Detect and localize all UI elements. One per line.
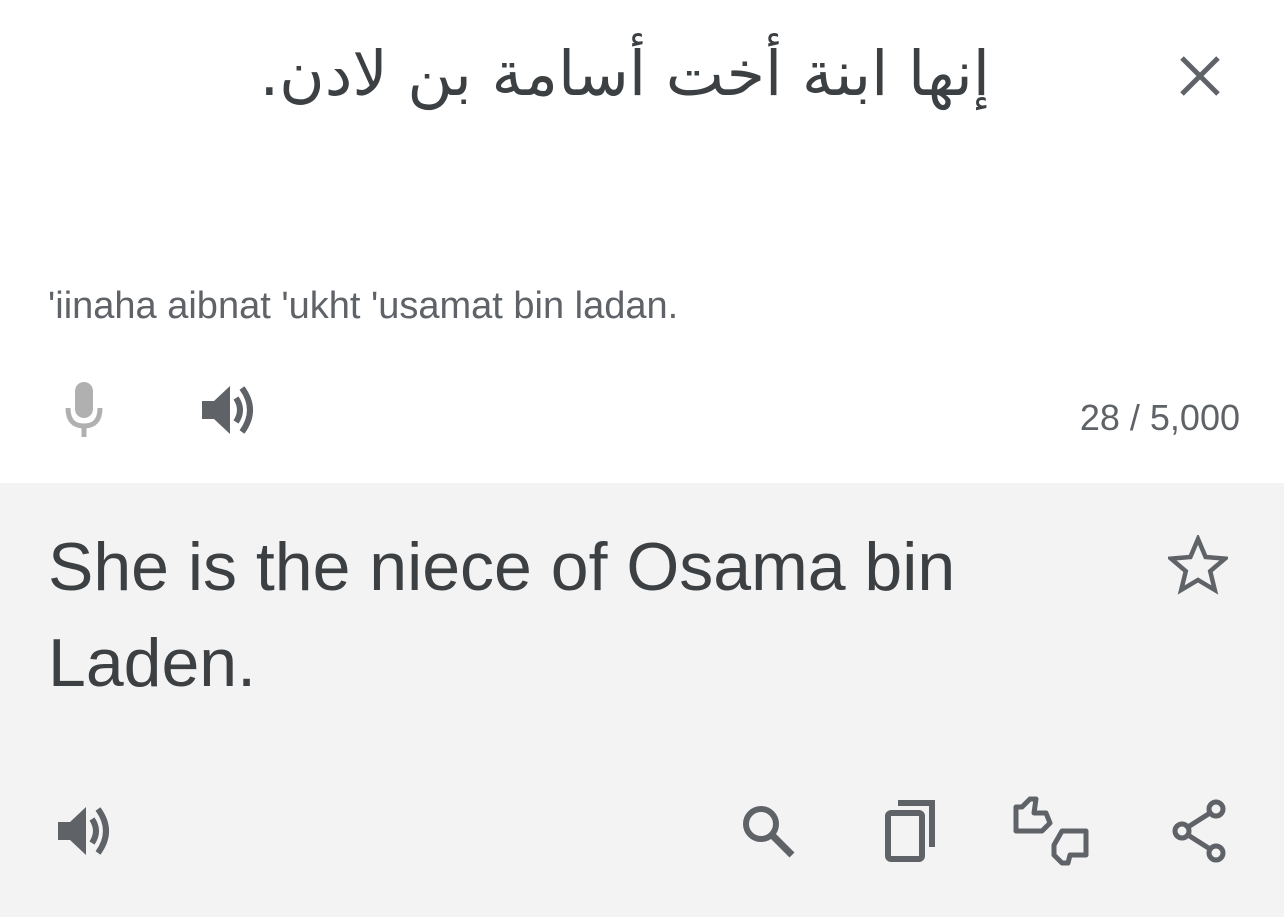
translation-pane: She is the niece of Osama bin Laden. [0, 483, 1284, 917]
clear-source-button[interactable] [1170, 46, 1230, 106]
translate-screen: إنها ابنة أخت أسامة بن لادن. 'iinaha aib… [0, 0, 1284, 917]
copy-icon [880, 799, 940, 863]
speaker-icon [198, 380, 258, 440]
source-pane: إنها ابنة أخت أسامة بن لادن. 'iinaha aib… [0, 0, 1284, 483]
search-icon [738, 801, 798, 861]
feedback-button[interactable] [1013, 796, 1089, 866]
source-text[interactable]: إنها ابنة أخت أسامة بن لادن. [200, 34, 990, 114]
translation-text[interactable]: She is the niece of Osama bin Laden. [48, 519, 1098, 711]
share-button[interactable] [1166, 797, 1234, 865]
copy-button[interactable] [876, 797, 944, 865]
listen-translation-button[interactable] [50, 797, 118, 865]
star-outline-icon [1168, 535, 1228, 595]
listen-source-button[interactable] [196, 378, 260, 442]
transliteration-text: 'iinaha aibnat 'ukht 'usamat bin ladan. [48, 285, 679, 327]
thumbs-feedback-icon [1012, 795, 1092, 867]
speaker-icon [54, 801, 114, 861]
microphone-icon [60, 380, 108, 440]
character-counter: 28 / 5,000 [1079, 397, 1240, 438]
close-icon [1176, 52, 1224, 100]
save-translation-button[interactable] [1166, 533, 1230, 597]
microphone-button[interactable] [52, 378, 116, 442]
share-icon [1170, 799, 1230, 863]
search-button[interactable] [734, 797, 802, 865]
